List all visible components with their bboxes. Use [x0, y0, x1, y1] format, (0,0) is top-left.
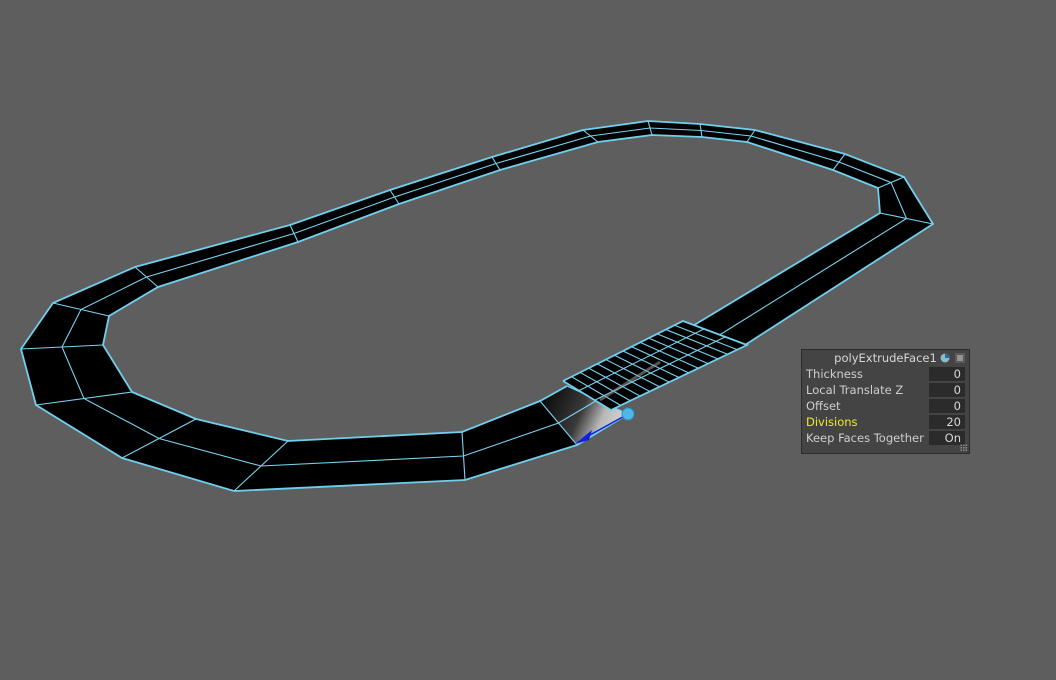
- display-icon[interactable]: [940, 353, 950, 363]
- channel-label: Thickness: [806, 367, 863, 381]
- channel-row-local-translate-z[interactable]: Local Translate Z 0: [802, 382, 969, 398]
- channel-label: Local Translate Z: [806, 383, 904, 397]
- channel-value-field[interactable]: 0: [929, 399, 965, 413]
- channel-value-field[interactable]: 20: [929, 415, 965, 429]
- channel-box: polyExtrudeFace1 Thickness 0 Local Trans…: [801, 349, 970, 454]
- 3d-viewport[interactable]: polyExtrudeFace1 Thickness 0 Local Trans…: [0, 0, 1056, 680]
- channel-label: Divisions: [806, 415, 858, 429]
- manip-handle: [621, 407, 635, 421]
- extruded-division-faces: [562, 320, 750, 412]
- resize-grip-icon[interactable]: [960, 444, 967, 451]
- channel-label: Keep Faces Together: [806, 431, 924, 445]
- channel-label: Offset: [806, 399, 841, 413]
- track-mesh[interactable]: [0, 0, 1056, 680]
- channel-row-divisions[interactable]: Divisions 20: [802, 414, 969, 430]
- channel-row-offset[interactable]: Offset 0: [802, 398, 969, 414]
- channel-value-field[interactable]: 0: [929, 383, 965, 397]
- track-faces: [21, 121, 933, 491]
- node-title: polyExtrudeFace1: [834, 351, 937, 365]
- channel-box-header: polyExtrudeFace1: [802, 350, 969, 366]
- channel-value-field[interactable]: On: [929, 431, 965, 445]
- track-face: [492, 130, 598, 170]
- channel-value-field[interactable]: 0: [929, 367, 965, 381]
- menu-icon[interactable]: [955, 353, 965, 363]
- track-face: [290, 190, 399, 242]
- channel-row-keep-faces-together[interactable]: Keep Faces Together On: [802, 430, 969, 446]
- channel-row-thickness[interactable]: Thickness 0: [802, 366, 969, 382]
